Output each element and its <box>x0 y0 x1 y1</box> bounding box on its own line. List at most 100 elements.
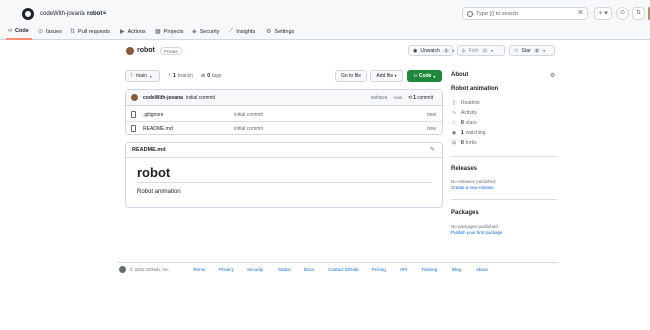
tab-pull-requests[interactable]: ⇅ Pull requests <box>70 28 110 36</box>
tab-issues[interactable]: ⊙ Issues <box>38 28 62 36</box>
sidebar-item-readme[interactable]: ▯ Readme <box>451 100 480 106</box>
gear-icon[interactable]: ⚙ <box>550 72 555 79</box>
footer-link-pricing[interactable]: Pricing <box>372 267 386 272</box>
tab-label: Projects <box>163 28 184 35</box>
history-icon: ⟲ <box>408 95 413 101</box>
star-count: 0 <box>533 48 541 53</box>
fork-icon: ψ <box>452 140 456 146</box>
divider <box>451 199 557 200</box>
watching-count: 1 <box>461 130 464 136</box>
commit-sha[interactable]: 86f9826 <box>371 95 387 100</box>
file-name[interactable]: README.md <box>143 126 173 132</box>
readme-filename[interactable]: README.md <box>132 147 166 153</box>
footer-link-privacy[interactable]: Privacy <box>219 267 234 272</box>
about-heading: About <box>451 72 469 78</box>
readme-heading: robot <box>137 165 171 180</box>
sidebar-item-label: Activity <box>461 110 477 116</box>
commit-count-label: commit <box>416 95 434 101</box>
breadcrumb-repo[interactable]: robot <box>87 11 102 17</box>
sidebar-item-stars[interactable]: ☆ 0 stars <box>451 120 477 126</box>
tag-label: tags <box>211 73 222 79</box>
watch-count: 1 <box>442 48 450 53</box>
tab-label: Insights <box>236 28 256 35</box>
sidebar-item-label: forks <box>465 140 477 146</box>
stars-count: 0 <box>461 120 464 126</box>
footer-link-about[interactable]: About <box>476 267 488 272</box>
add-file-button[interactable]: Add file ▾ <box>370 70 403 82</box>
file-name[interactable]: .gitignore <box>143 112 164 118</box>
tab-label: Code <box>15 28 29 34</box>
pull-request-icon: ⇅ <box>70 29 76 35</box>
fork-icon: ψ <box>462 47 466 54</box>
footer-link-security[interactable]: Security <box>247 267 263 272</box>
star-button[interactable]: ☆ Star 0 ▾ <box>509 45 555 56</box>
sidebar-item-activity[interactable]: ∿ Activity <box>451 110 477 116</box>
branch-name: main <box>136 73 147 79</box>
tab-label: Security <box>199 28 220 35</box>
footer-link-docs[interactable]: Docs <box>304 267 314 272</box>
pencil-icon[interactable]: ✎ <box>430 146 435 153</box>
create-release-link[interactable]: Create a new release <box>451 185 494 190</box>
github-logo-icon[interactable] <box>119 266 126 273</box>
branch-count: 1 <box>173 73 176 79</box>
divider <box>137 182 432 183</box>
footer-link-status[interactable]: Status <box>278 267 291 272</box>
github-logo-icon[interactable] <box>22 8 34 20</box>
pull-requests-icon[interactable]: ⇅ <box>632 7 645 20</box>
footer-link-training[interactable]: Training <box>421 267 437 272</box>
unwatch-button[interactable]: ◉ Unwatch 1 ▾ <box>408 45 455 56</box>
chevron-down-icon: ▾ <box>149 73 152 79</box>
commit-message[interactable]: initial commit <box>186 95 215 101</box>
chevron-down-icon: ▾ <box>491 48 494 53</box>
branch-label: branch <box>177 73 194 79</box>
tab-actions[interactable]: ▶ Actions <box>120 28 146 36</box>
tab-projects[interactable]: ▦ Projects <box>155 28 184 36</box>
commit-history-link[interactable]: ⟲ 1 commit <box>408 95 433 101</box>
chevron-down-icon: ▾ <box>394 73 397 78</box>
footer-link-blog[interactable]: Blog <box>452 267 461 272</box>
footer-link-api[interactable]: API <box>400 267 407 272</box>
file-row[interactable]: .gitignore initial commit now <box>126 108 442 122</box>
star-label: Star <box>521 47 531 54</box>
branch-select[interactable]: ᚴ main ▾ <box>125 70 160 82</box>
fork-button[interactable]: ψ Fork 0 ▾ <box>457 45 505 56</box>
packages-heading[interactable]: Packages <box>451 210 479 216</box>
chevron-down-icon: ▾ <box>452 48 455 53</box>
footer-link-contact[interactable]: Contact GitHub <box>328 267 359 272</box>
search-icon <box>467 11 473 17</box>
sidebar-item-forks[interactable]: ψ 0 forks <box>451 140 477 146</box>
releases-note: No releases published <box>451 179 496 184</box>
tag-icon: ⊘ <box>201 73 206 79</box>
tags-link[interactable]: ⊘ 0 tags <box>201 73 221 79</box>
tab-settings[interactable]: ⚙ Settings <box>266 28 295 36</box>
publish-package-link[interactable]: Publish your first package <box>451 230 503 235</box>
tab-label: Settings <box>274 28 295 35</box>
repo-title[interactable]: robot <box>137 47 155 54</box>
branch-icon: ᚴ <box>168 73 172 79</box>
breadcrumb-separator: / <box>80 11 82 17</box>
issues-icon[interactable]: ⊙ <box>616 7 629 20</box>
tag-count: 0 <box>207 73 210 79</box>
create-new-button[interactable]: + ▾ <box>594 7 612 20</box>
search-input[interactable]: Type [/] to search ⌘ <box>462 7 588 20</box>
about-description: Robot animation <box>451 86 499 92</box>
file-commit-message[interactable]: initial commit <box>234 112 263 118</box>
tab-security[interactable]: ◈ Security <box>192 28 220 36</box>
go-to-file-button[interactable]: Go to file <box>335 70 367 82</box>
file-commit-message[interactable]: initial commit <box>234 126 263 132</box>
footer-link-terms[interactable]: Terms <box>193 267 205 272</box>
commit-author[interactable]: codeWith-jovana <box>143 95 183 101</box>
code-button[interactable]: ‹› Code ▾ <box>407 70 442 82</box>
file-row[interactable]: README.md initial commit now <box>126 121 442 135</box>
add-file-label: Add file <box>376 73 394 79</box>
sidebar-item-label: Readme <box>461 100 480 106</box>
sidebar-item-watching[interactable]: ◉ 1 watching <box>451 130 486 136</box>
releases-heading[interactable]: Releases <box>451 166 477 172</box>
breadcrumb-owner[interactable]: codeWith-jovana <box>40 11 85 17</box>
tab-code[interactable]: ‹› Code <box>8 28 29 34</box>
tab-insights[interactable]: ⟋ Insights <box>229 28 255 35</box>
sidebar-item-label: stars <box>465 120 477 126</box>
readme-header: README.md ✎ <box>126 143 442 158</box>
readme-body: Robot animation <box>137 189 181 195</box>
branches-link[interactable]: ᚴ 1 branch <box>168 73 193 79</box>
